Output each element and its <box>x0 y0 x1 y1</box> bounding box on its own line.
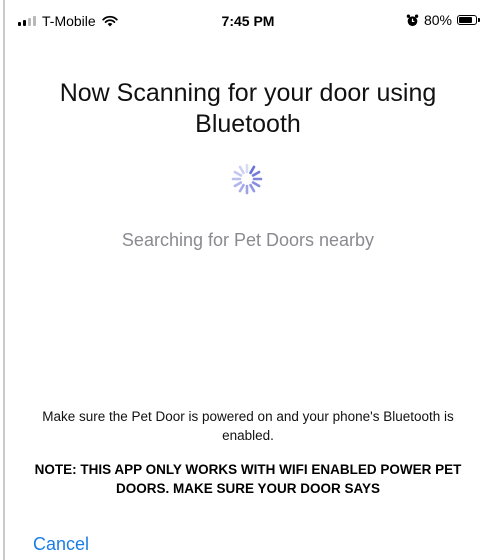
battery-icon <box>457 15 480 25</box>
spinner-spoke <box>249 165 256 175</box>
searching-status-text: Searching for Pet Doors nearby <box>121 230 375 250</box>
spinner-spoke <box>249 183 256 193</box>
spinner-spoke <box>233 181 243 188</box>
window-edge <box>3 0 5 560</box>
instruction-text: Make sure the Pet Door is powered on and… <box>42 409 454 443</box>
note-text: NOTE: THIS APP ONLY WORKS WITH WIFI ENAB… <box>34 462 462 496</box>
page-title: Now Scanning for your door using Bluetoo… <box>59 79 437 138</box>
activity-spinner-icon <box>231 163 263 195</box>
spinner-spoke <box>251 170 261 177</box>
spinner-spoke <box>238 165 245 175</box>
spinner-spoke <box>233 170 243 177</box>
status-bar: T-Mobile 7:45 PM 80% <box>0 0 496 40</box>
spinner-spoke <box>251 181 261 188</box>
battery-fill <box>459 17 472 23</box>
status-right: 80% <box>406 12 480 28</box>
alarm-icon <box>406 14 419 26</box>
battery-percent: 80% <box>423 12 452 28</box>
spinner-spoke <box>238 183 245 193</box>
cancel-button[interactable]: Cancel <box>33 534 89 555</box>
